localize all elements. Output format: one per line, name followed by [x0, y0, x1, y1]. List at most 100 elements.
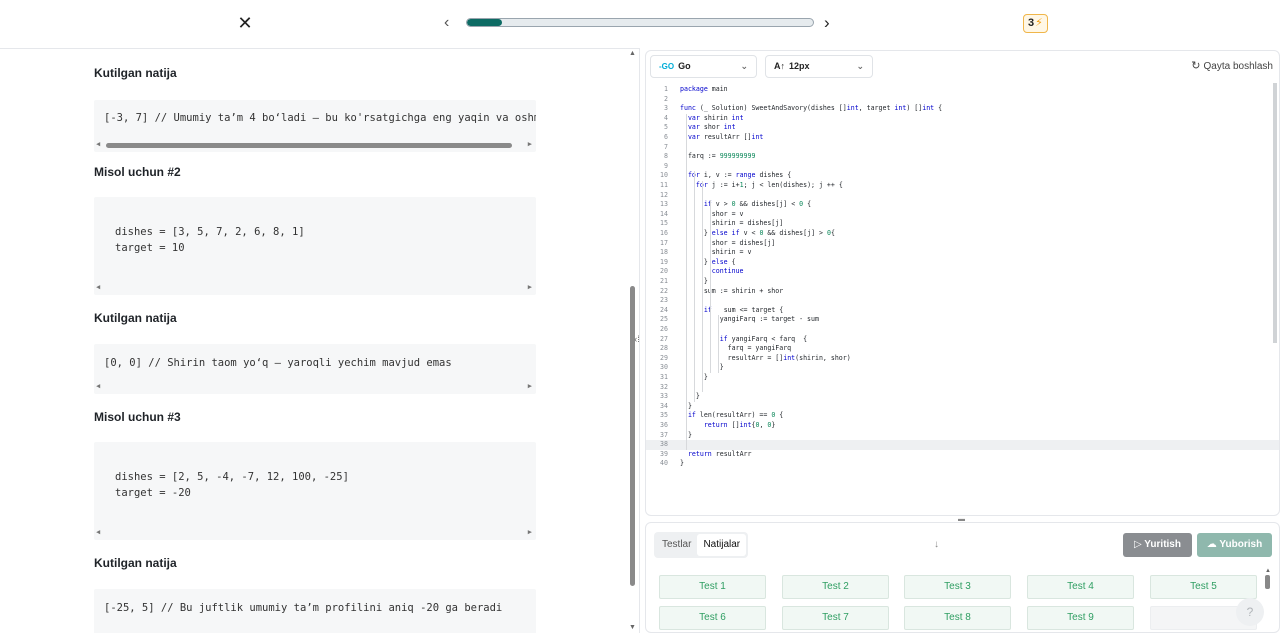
- close-icon[interactable]: ✕: [236, 14, 254, 32]
- progress-bar: [466, 18, 814, 27]
- code-line[interactable]: 40}: [646, 459, 1279, 469]
- code-line[interactable]: 37 }: [646, 431, 1279, 441]
- code-line[interactable]: 23: [646, 296, 1279, 306]
- scroll-left-icon[interactable]: ◀: [96, 528, 100, 536]
- example3-code-line1: dishes = [2, 5, -4, -7, 12, 100, -25]: [115, 471, 349, 483]
- code-line[interactable]: 11 for j := i+1; j < len(dishes); j ++ {: [646, 181, 1279, 191]
- test-item[interactable]: Test 3: [904, 575, 1011, 599]
- code-text: }: [680, 459, 684, 468]
- code-line[interactable]: 30 }: [646, 363, 1279, 373]
- test-list-scrollbar[interactable]: [1265, 575, 1270, 589]
- tab-tests[interactable]: Testlar: [656, 534, 697, 556]
- test-item[interactable]: Test 1: [659, 575, 766, 599]
- pane-resize-handle[interactable]: ‹⁞: [630, 334, 644, 348]
- font-size-value: 12px: [789, 61, 810, 71]
- arrow-down-icon[interactable]: ↓: [934, 539, 939, 550]
- code-line[interactable]: 38: [646, 440, 1279, 450]
- code-line[interactable]: 25 yangiFarq := target - sum: [646, 315, 1279, 325]
- line-number: 23: [660, 296, 668, 305]
- run-button[interactable]: ▷ Yuritish: [1123, 533, 1192, 557]
- chevron-left-icon[interactable]: ‹: [444, 14, 449, 32]
- help-icon[interactable]: ?: [1236, 598, 1264, 626]
- code-line[interactable]: 13 if v > 0 && dishes[j] < 0 {: [646, 200, 1279, 210]
- scroll-right-icon[interactable]: ▶: [528, 528, 532, 536]
- scroll-up-icon[interactable]: ▲: [629, 50, 636, 57]
- scroll-left-icon[interactable]: ◀: [96, 140, 100, 148]
- horizontal-scrollbar[interactable]: ◀ ▶: [94, 528, 536, 540]
- code-line[interactable]: 14 shor = v: [646, 209, 1279, 220]
- code-line[interactable]: 33 }: [646, 392, 1279, 402]
- indent-guide: [686, 113, 687, 450]
- test-item[interactable]: Test 2: [782, 575, 889, 599]
- editor-scrollbar[interactable]: [1271, 83, 1279, 343]
- font-size-select[interactable]: A↑ 12px ⌄: [765, 55, 873, 78]
- code-line[interactable]: 19 } else {: [646, 258, 1279, 268]
- submit-label: Yuborish: [1219, 539, 1263, 550]
- language-value: Go: [678, 61, 691, 71]
- scroll-down-icon[interactable]: ▼: [629, 624, 636, 631]
- submit-button[interactable]: ☁ Yuborish: [1197, 533, 1272, 557]
- code-text: sum := shirin + shor: [680, 286, 784, 295]
- code-line[interactable]: 26: [646, 325, 1279, 335]
- code-line[interactable]: 28 farq = yangiFarq: [646, 344, 1279, 354]
- indent-guide: [694, 171, 695, 402]
- scroll-right-icon[interactable]: ▶: [528, 283, 532, 291]
- code-line[interactable]: 20 continue: [646, 267, 1279, 277]
- code-line[interactable]: 15 shirin = dishes[j]: [646, 219, 1279, 229]
- test-item[interactable]: Test 6: [659, 606, 766, 630]
- scroll-left-icon[interactable]: ◀: [96, 382, 100, 390]
- line-number: 14: [660, 209, 668, 218]
- code-line[interactable]: 17 shor = dishes[j]: [646, 239, 1279, 249]
- code-line[interactable]: 12: [646, 191, 1279, 201]
- lightning-icon: ⚡: [1035, 17, 1043, 29]
- code-line[interactable]: 6 var resultArr []int: [646, 133, 1279, 143]
- scrollbar-thumb[interactable]: [1273, 83, 1277, 343]
- scroll-up-icon[interactable]: ▲: [1265, 568, 1271, 574]
- horizontal-scrollbar[interactable]: ◀ ▶: [94, 140, 536, 152]
- example2-heading: Misol uchun #2: [94, 165, 181, 179]
- code-text: if sum <= target {: [703, 305, 784, 314]
- scroll-right-icon[interactable]: ▶: [528, 140, 532, 148]
- test-item[interactable]: Test 9: [1027, 606, 1134, 630]
- code-line[interactable]: 3 func (_ Solution) SweetAndSavory(dishes…: [646, 104, 1279, 114]
- code-line[interactable]: 2: [646, 95, 1279, 105]
- code-editor[interactable]: 1 package main 2 3 func (_ Solution) SweetAn…: [646, 83, 1279, 513]
- code-line[interactable]: 31 }: [646, 373, 1279, 383]
- horizontal-scrollbar[interactable]: ◀ ▶: [94, 283, 536, 295]
- code-line[interactable]: 18 shirin = v: [646, 248, 1279, 258]
- code-line[interactable]: 7: [646, 143, 1279, 153]
- code-line[interactable]: 16 } else if v < 0 && dishes[j] > 0{: [646, 229, 1279, 239]
- line-number: 30: [660, 363, 668, 372]
- scrollbar-thumb[interactable]: [630, 286, 635, 586]
- code-line[interactable]: 9: [646, 162, 1279, 172]
- code-line[interactable]: 35 if len(resultArr) == 0 {: [646, 411, 1279, 421]
- code-line[interactable]: 34 }: [646, 402, 1279, 412]
- scroll-left-icon[interactable]: ◀: [96, 283, 100, 291]
- code-line[interactable]: 8 farq := 999999999: [646, 152, 1279, 162]
- horizontal-scrollbar[interactable]: ◀ ▶: [94, 382, 536, 394]
- code-line[interactable]: 29 resultArr = []int(shirin, shor): [646, 354, 1279, 364]
- restart-button[interactable]: ↻ Qayta boshlash: [1191, 59, 1273, 72]
- code-line[interactable]: 36 return []int{0, 0}: [646, 421, 1279, 431]
- code-line[interactable]: 22 sum := shirin + shor: [646, 286, 1279, 297]
- code-line[interactable]: 39 return resultArr: [646, 450, 1279, 460]
- code-line[interactable]: 27 if yangiFarq < farq {: [646, 335, 1279, 345]
- code-line[interactable]: 5 var shor int: [646, 123, 1279, 133]
- test-item[interactable]: Test 8: [904, 606, 1011, 630]
- test-item[interactable]: Test 4: [1027, 575, 1134, 599]
- scrollbar-thumb[interactable]: [106, 143, 512, 148]
- code-line[interactable]: 21 }: [646, 277, 1279, 287]
- test-item[interactable]: Test 7: [782, 606, 889, 630]
- code-text: return []int{0, 0}: [703, 421, 776, 429]
- test-item[interactable]: Test 5: [1150, 575, 1257, 599]
- code-line[interactable]: 10 for i, v := range dishes {: [646, 171, 1279, 181]
- line-number: 38: [660, 440, 668, 449]
- code-line[interactable]: 4 var shirin int: [646, 114, 1279, 124]
- chevron-right-icon[interactable]: ›: [824, 13, 830, 33]
- scroll-right-icon[interactable]: ▶: [528, 382, 532, 390]
- code-line[interactable]: 24 if sum <= target {: [646, 305, 1279, 316]
- language-select[interactable]: -GO Go ⌄: [650, 55, 757, 78]
- code-line[interactable]: 32: [646, 383, 1279, 393]
- tab-results[interactable]: Natijalar: [697, 534, 747, 556]
- code-line[interactable]: 1 package main: [646, 85, 1279, 95]
